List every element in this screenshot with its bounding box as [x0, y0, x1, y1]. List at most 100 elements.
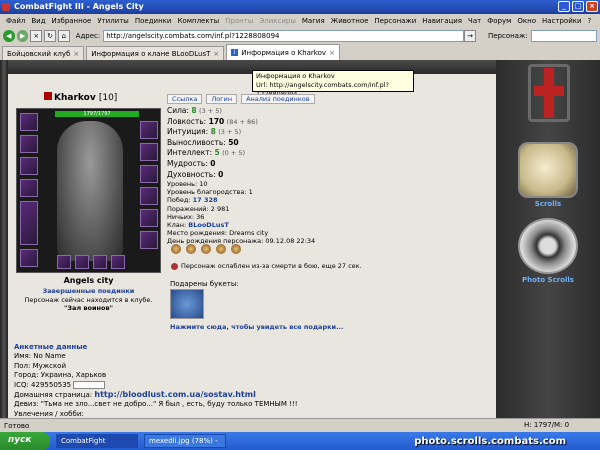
character-button[interactable]: Ссылка: [167, 94, 203, 104]
menu-item[interactable]: Животное: [331, 17, 369, 25]
cloak-slot[interactable]: [20, 201, 38, 245]
menu-item[interactable]: Магия: [302, 17, 325, 25]
taskbar-item[interactable]: CombatFight: [56, 434, 138, 448]
scroll-icon[interactable]: [518, 142, 578, 198]
info-row: Побед: 17 328: [167, 196, 315, 204]
stat-label: Сила:: [167, 106, 190, 115]
info-row: Ничьих: 36: [167, 213, 315, 221]
profile-gender: Пол: Мужской: [14, 361, 67, 370]
menu-item[interactable]: Вид: [31, 17, 45, 25]
menu-item[interactable]: Файл: [6, 17, 25, 25]
character-name: Kharkov [10]: [44, 92, 117, 103]
profile-motto: Девиз: "Тьма не зло...свет не добро..." …: [14, 400, 298, 409]
menu-item[interactable]: Форум: [487, 17, 511, 25]
menu-item[interactable]: Утилиты: [97, 17, 129, 25]
go-icon[interactable]: →: [464, 30, 476, 42]
tab-close-icon[interactable]: ×: [213, 50, 219, 58]
boots-slot[interactable]: [140, 209, 158, 227]
browser-tab[interactable]: i Информация о Kharkov ×: [226, 44, 340, 60]
stat-label: Интеллект:: [167, 148, 213, 158]
home-icon[interactable]: ⌂: [57, 30, 70, 42]
menu-item[interactable]: Чат: [468, 17, 481, 25]
stat-value: 0: [218, 169, 224, 179]
stone-border-left: [0, 60, 8, 418]
rune-slot-2[interactable]: [75, 255, 89, 269]
browser-tab[interactable]: Информация о клане BLooDLusT ×: [86, 46, 225, 60]
address-input[interactable]: http://angelscity.combats.com/inf.pl?122…: [103, 30, 465, 42]
back-arrow-icon[interactable]: ◀: [3, 30, 15, 42]
photo-scrolls-link[interactable]: Photo Scrolls: [496, 276, 600, 284]
menu-item[interactable]: Пранты: [225, 17, 253, 25]
rune-slot-4[interactable]: [111, 255, 125, 269]
bracer-slot[interactable]: [140, 143, 158, 161]
tab-label: Информация о клане BLooDLusT: [91, 49, 211, 58]
rune-slot-1[interactable]: [57, 255, 71, 269]
menu-item[interactable]: ?: [588, 17, 592, 25]
effect-icon[interactable]: [186, 244, 196, 254]
taskbar-item[interactable]: mexedli.jpg (78%) -: [144, 434, 226, 448]
info-row: Уровень благородства: 1: [167, 188, 315, 196]
person-select[interactable]: [530, 30, 597, 42]
menu-item[interactable]: Окно: [517, 17, 536, 25]
weapon-slot[interactable]: [20, 157, 38, 175]
tab-close-icon[interactable]: ×: [329, 49, 335, 57]
profile-icq: ICQ: 429550535: [14, 380, 72, 389]
menu-item[interactable]: Избранное: [52, 17, 92, 25]
stop-icon[interactable]: ×: [30, 30, 43, 42]
profile-data: Анкетные данные Имя: No Name Пол: Мужско…: [14, 343, 298, 419]
menu-item[interactable]: Настройки: [542, 17, 582, 25]
camera-icon[interactable]: [518, 218, 578, 274]
character-figure: [57, 121, 123, 261]
ring-slot[interactable]: [140, 231, 158, 249]
finished-fights-link[interactable]: Завершенные поединки: [16, 287, 161, 295]
tab-close-icon[interactable]: ×: [73, 50, 79, 58]
weak-notice: Персонаж ослаблен из-за смерти в бою, ещ…: [171, 262, 362, 270]
gifts-link[interactable]: Нажмите сюда, чтобы увидеть все подарки.…: [170, 323, 343, 331]
armor-slot[interactable]: [20, 179, 38, 197]
menu-item[interactable]: Навигация: [422, 17, 462, 25]
stat-extra: (84 + 86): [226, 117, 258, 126]
character-button[interactable]: Логин: [206, 94, 238, 104]
gloves-slot[interactable]: [140, 165, 158, 183]
info-label: Место рождения:: [167, 229, 228, 238]
menu-item[interactable]: Комплекты: [177, 17, 219, 25]
profile-name: Имя: No Name: [14, 352, 66, 361]
bouquet-image[interactable]: [170, 289, 204, 319]
character-button[interactable]: Анализ поединков: [241, 94, 315, 104]
info-value: 1: [248, 188, 253, 197]
scrolls-link[interactable]: Scrolls: [496, 200, 600, 208]
refresh-icon[interactable]: ↻: [44, 30, 56, 42]
menu-item[interactable]: Персонажи: [374, 17, 416, 25]
effect-icon[interactable]: [216, 244, 226, 254]
amulet-slot[interactable]: [20, 135, 38, 153]
info-label: Клан:: [167, 221, 187, 230]
effect-icon[interactable]: [231, 244, 241, 254]
stat-row: Выносливость: 50: [167, 138, 258, 149]
info-icon: i: [231, 49, 239, 56]
stat-label: Ловкость:: [167, 116, 207, 126]
stat-value: 8: [191, 106, 197, 115]
rune-slot-3[interactable]: [93, 255, 107, 269]
info-label: Уровень благородства:: [167, 188, 247, 197]
close-button[interactable]: ×: [586, 1, 598, 12]
effect-icon[interactable]: [171, 244, 181, 254]
forward-arrow-icon[interactable]: ▶: [16, 30, 29, 42]
bouquets-title: Подарены букеты:: [170, 280, 239, 288]
menu-item[interactable]: Эликсиры: [259, 17, 296, 25]
tab-tooltip: Информация о Kharkov Url: http://angelsc…: [252, 70, 414, 98]
earring-slot[interactable]: [140, 121, 158, 139]
effect-icon[interactable]: [201, 244, 211, 254]
app-icon: [2, 3, 10, 11]
watermark: photo.scrolls.combats.com: [414, 436, 566, 447]
shield-slot[interactable]: [140, 187, 158, 205]
belt-slot[interactable]: [20, 249, 38, 267]
browser-tab[interactable]: Бойцовский клуб ×: [2, 46, 85, 60]
minimize-button[interactable]: _: [558, 1, 570, 12]
maximize-button[interactable]: □: [572, 1, 584, 12]
menu-item[interactable]: Поединки: [135, 17, 172, 25]
start-button[interactable]: пуск: [0, 432, 50, 450]
person-label: Персонаж:: [487, 32, 528, 40]
home-link[interactable]: http://bloodlust.com.ua/sostav.html: [94, 390, 255, 399]
tab-bar: Бойцовский клуб × Информация о клане BLooD…: [0, 44, 600, 60]
helmet-slot[interactable]: [20, 113, 38, 131]
